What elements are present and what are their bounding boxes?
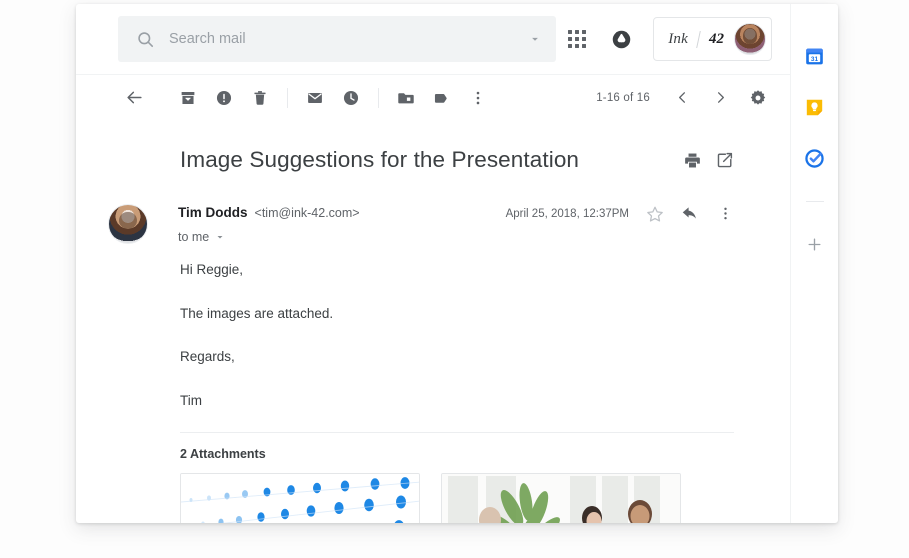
page-title: Image Suggestions for the Presentation [180, 147, 580, 172]
sent-date: April 25, 2018, 12:37PM [505, 207, 629, 220]
move-to-button[interactable] [388, 80, 424, 116]
message-actions: April 25, 2018, 12:37PM [506, 204, 734, 223]
side-panel-tasks[interactable] [804, 148, 825, 169]
settings-gear-icon[interactable] [740, 80, 776, 116]
svg-text:31: 31 [811, 56, 819, 63]
side-panel-rail: 31 [790, 4, 838, 523]
notifications-bell-icon[interactable] [609, 27, 633, 51]
sender-meta: Tim Dodds <tim@ink-42.com> April 25, 201… [178, 204, 734, 244]
subject-actions [683, 151, 734, 170]
avatar[interactable] [734, 23, 766, 55]
archive-button[interactable] [170, 80, 206, 116]
message-toolbar: 1-16 of 16 [76, 74, 790, 120]
side-panel-keep[interactable] [804, 97, 825, 118]
gmail-main: Ink 42 [76, 4, 790, 523]
body-paragraph: Regards, [180, 349, 235, 365]
message-body: Hi Reggie, The images are attached. Rega… [76, 244, 758, 410]
snooze-button[interactable] [333, 80, 369, 116]
recipients-text: to me [178, 230, 210, 245]
previous-page-button[interactable] [664, 80, 700, 116]
sender-email: <tim@ink-42.com> [254, 205, 360, 220]
message-more-icon[interactable] [717, 205, 734, 222]
header-actions: Ink 42 [565, 17, 776, 61]
toolbar-right: 1-16 of 16 [596, 80, 776, 116]
sender-name: Tim Dodds [178, 204, 248, 220]
side-panel-calendar[interactable]: 31 [804, 46, 825, 67]
chart-graphic [181, 474, 419, 523]
body-paragraph: Tim [180, 392, 202, 408]
open-in-new-icon[interactable] [716, 151, 734, 169]
reply-arrow-icon[interactable] [681, 204, 700, 223]
subject-row: Image Suggestions for the Presentation [76, 120, 758, 174]
apps-grid-icon[interactable] [565, 27, 589, 51]
brand-name: Ink [668, 30, 688, 47]
thread-container: Image Suggestions for the Presentation T… [76, 120, 790, 523]
next-page-button[interactable] [702, 80, 738, 116]
attachments-title: 2 Attachments [180, 447, 266, 462]
sender-line: Tim Dodds <tim@ink-42.com> April 25, 201… [178, 204, 734, 223]
body-paragraph: Hi Reggie, [180, 262, 244, 278]
chevron-down-icon[interactable] [528, 32, 542, 46]
back-button[interactable] [116, 80, 152, 116]
rail-divider [805, 201, 824, 202]
get-addons-plus-icon[interactable] [804, 234, 825, 255]
mark-unread-button[interactable] [297, 80, 333, 116]
brand-divider [696, 30, 701, 48]
search-input[interactable] [169, 31, 514, 47]
top-header: Ink 42 [76, 4, 790, 74]
brand-number: 42 [709, 30, 724, 47]
toolbar-divider [287, 87, 288, 108]
gmail-window: Ink 42 [76, 4, 838, 523]
labels-button[interactable] [424, 80, 460, 116]
printer-icon[interactable] [683, 151, 702, 170]
delete-button[interactable] [242, 80, 278, 116]
recipients-line[interactable]: to me [178, 230, 734, 244]
office-photo-graphic [442, 474, 680, 523]
report-spam-button[interactable] [206, 80, 242, 116]
chevron-down-icon[interactable] [214, 231, 226, 243]
screen: Ink 42 [0, 0, 909, 558]
star-outline-icon[interactable] [646, 205, 664, 223]
body-paragraph: The images are attached. [180, 305, 334, 321]
sender-avatar [108, 204, 148, 245]
brand-account-chip[interactable]: Ink 42 [653, 17, 772, 61]
more-button[interactable] [460, 80, 496, 116]
toolbar-divider-2 [378, 87, 379, 108]
message-header: Tim Dodds <tim@ink-42.com> April 25, 201… [76, 174, 758, 245]
attachment-thumbnail-chart[interactable] [180, 473, 420, 523]
attachment-thumbnail-photo[interactable] [441, 473, 681, 523]
search-icon [136, 30, 155, 49]
pagination-count: 1-16 of 16 [596, 91, 650, 104]
attachments-grid [76, 461, 758, 523]
search-bar[interactable] [118, 16, 556, 62]
